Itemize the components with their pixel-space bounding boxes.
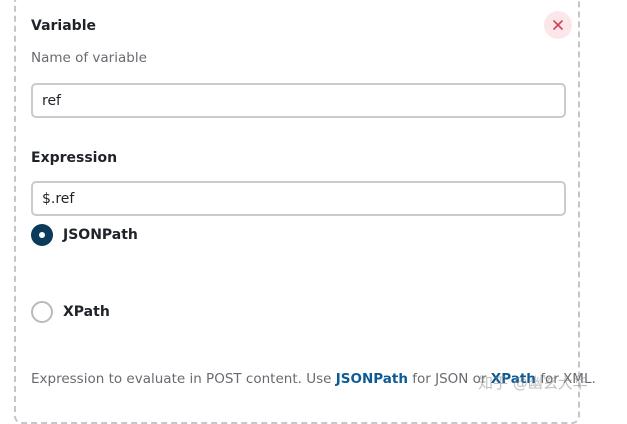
radio-unchecked-icon [31, 301, 53, 323]
variable-name-input[interactable] [31, 83, 566, 118]
help-prefix: Expression to evaluate in POST content. … [31, 371, 336, 387]
expression-label: Expression [31, 150, 118, 166]
radio-checked-icon [31, 224, 53, 246]
remove-variable-button[interactable] [544, 11, 572, 39]
radio-xpath[interactable]: XPath [31, 301, 110, 323]
radio-xpath-label: XPath [63, 304, 110, 320]
jsonpath-link[interactable]: JSONPath [336, 371, 408, 387]
radio-jsonpath-label: JSONPath [63, 227, 138, 243]
expression-input[interactable] [31, 181, 566, 216]
radio-jsonpath[interactable]: JSONPath [31, 224, 138, 246]
variable-label: Variable [31, 18, 96, 34]
watermark: 知乎 @幽玄大华 [478, 374, 588, 392]
variable-hint: Name of variable [31, 50, 147, 66]
close-icon [553, 20, 563, 30]
